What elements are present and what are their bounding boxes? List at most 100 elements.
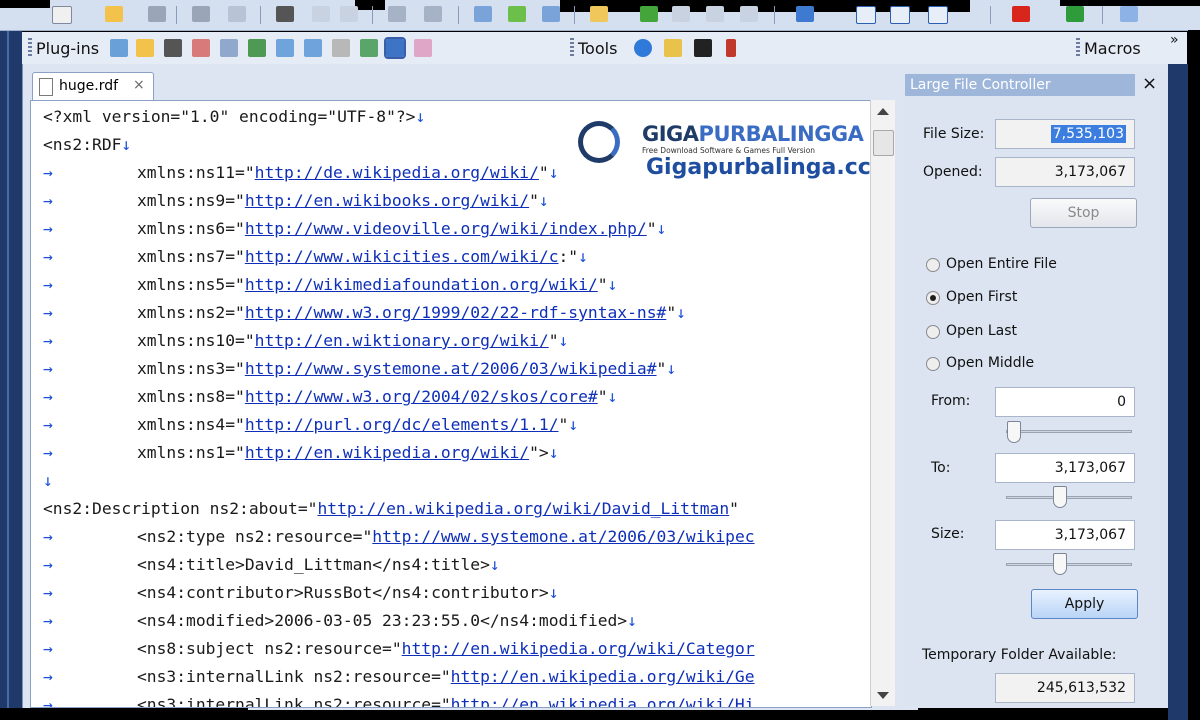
copy-icon[interactable] (312, 6, 330, 22)
plugin-counter-icon[interactable] (414, 39, 432, 57)
paste-icon[interactable] (340, 6, 358, 22)
plugin-people-icon[interactable] (110, 39, 128, 57)
browser-icon[interactable] (634, 39, 652, 57)
code-line[interactable]: → xmlns:ns7="http://www.wikicities.com/wi… (43, 243, 588, 271)
find-icon[interactable] (474, 6, 492, 22)
plugin-chat-icon[interactable] (304, 39, 322, 57)
check-chart-icon[interactable] (928, 6, 948, 24)
code-line[interactable]: → <ns3:internalLink ns2:resource="http://… (43, 663, 755, 691)
from-slider-track[interactable] (1006, 430, 1132, 433)
code-link[interactable]: http://en.wikibooks.org/wiki/ (245, 191, 529, 210)
word-wrap-icon[interactable] (640, 6, 658, 22)
find-next-icon[interactable] (508, 6, 526, 22)
toolbar-overflow-icon[interactable]: » (1170, 32, 1179, 48)
radio-open-entire-file[interactable] (926, 258, 940, 272)
plugin-grid-icon[interactable] (332, 39, 350, 57)
pin-icon[interactable] (726, 39, 736, 57)
file-size-field[interactable]: 7,535,103 (995, 119, 1135, 149)
macros-label[interactable]: Macros (1084, 39, 1141, 58)
from-field[interactable]: 0 (995, 387, 1135, 417)
code-line[interactable]: → xmlns:ns8="http://www.w3.org/2004/02/sk… (43, 383, 617, 411)
apply-button[interactable]: Apply (1031, 589, 1138, 619)
checkbox-icon[interactable] (856, 6, 876, 24)
code-line[interactable]: → xmlns:ns10="http://en.wiktionary.org/wi… (43, 327, 568, 355)
redo-icon[interactable] (424, 6, 442, 22)
command-prompt-icon[interactable] (694, 39, 712, 57)
plugin-folder-icon[interactable] (136, 39, 154, 57)
code-line[interactable]: → xmlns:ns11="http://de.wikipedia.org/wik… (43, 159, 559, 187)
cut-icon[interactable] (276, 6, 294, 22)
plugin-windows-icon[interactable] (276, 39, 294, 57)
code-line[interactable]: → xmlns:ns4="http://purl.org/dc/elements/… (43, 411, 578, 439)
code-line[interactable]: → <ns8:subject ns2:resource="http://en.wi… (43, 635, 755, 663)
radio-open-last[interactable] (926, 325, 940, 339)
to-slider-track[interactable] (1006, 496, 1132, 499)
stop-button[interactable]: Stop (1030, 198, 1137, 228)
code-line[interactable]: → <ns4:title>David_Littman</ns4:title>↓ (43, 551, 500, 579)
tab-huge-rdf[interactable]: huge.rdf × (32, 72, 154, 101)
to-slider-thumb[interactable] (1053, 486, 1067, 508)
code-line[interactable]: → xmlns:ns5="http://wikimediafoundation.o… (43, 271, 617, 299)
outline-icon[interactable] (672, 6, 690, 22)
code-link[interactable]: http://www.systemone.at/2006/03/wikipedi… (245, 359, 657, 378)
plugin-large-file-icon[interactable] (384, 37, 406, 59)
code-link[interactable]: http://en.wikipedia.org/wiki/Ge (451, 667, 755, 686)
plugin-binoculars-icon[interactable] (164, 39, 182, 57)
print-preview-icon[interactable] (228, 6, 246, 22)
option-open-entire-file[interactable]: Open Entire File (946, 256, 1057, 272)
option-open-middle[interactable]: Open Middle (946, 355, 1034, 371)
new-file-icon[interactable] (52, 6, 72, 24)
replace-icon[interactable] (542, 6, 560, 22)
size-slider-track[interactable] (1006, 563, 1132, 566)
search-icon[interactable] (1120, 6, 1138, 22)
plugin-list-icon[interactable] (220, 39, 238, 57)
code-line[interactable]: → xmlns:ns1="http://en.wikipedia.org/wiki… (43, 439, 559, 467)
check-pen-icon[interactable] (890, 6, 910, 24)
code-link[interactable]: http://wikimediafoundation.org/wiki/ (245, 275, 598, 294)
code-link[interactable]: http://de.wikipedia.org/wiki/ (255, 163, 539, 182)
radio-open-first[interactable] (926, 291, 940, 305)
panel-close-icon[interactable]: × (1142, 73, 1157, 94)
size-field[interactable]: 3,173,067 (995, 520, 1135, 550)
code-link[interactable]: http://www.videoville.org/wiki/index.php… (245, 219, 647, 238)
plugins-label[interactable]: Plug-ins (36, 39, 99, 58)
code-link[interactable]: http://www.w3.org/2004/02/skos/core# (245, 387, 598, 406)
plugin-calculator-icon[interactable] (248, 39, 266, 57)
text-editor[interactable]: <?xml version="1.0" encoding="UTF-8"?>↓ <… (30, 100, 872, 708)
code-line[interactable]: ↓ (43, 467, 53, 495)
code-link[interactable]: http://www.wikicities.com/wiki/c (245, 247, 559, 266)
open-folder-icon[interactable] (105, 6, 123, 22)
undo-icon[interactable] (388, 6, 406, 22)
code-line[interactable]: <?xml version="1.0" encoding="UTF-8"?>↓ (43, 103, 425, 131)
save-icon[interactable] (148, 6, 166, 22)
code-line[interactable]: → xmlns:ns2="http://www.w3.org/1999/02/22… (43, 299, 686, 327)
play-macro-icon[interactable] (1066, 6, 1084, 22)
code-line[interactable]: <ns2:Description ns2:about="http://en.wi… (43, 495, 739, 523)
ruler-icon[interactable] (706, 6, 724, 22)
code-line[interactable]: → <ns3:internalLink ns2:resource="http://… (43, 691, 755, 707)
tool-wizard-icon[interactable] (664, 39, 682, 57)
size-slider-thumb[interactable] (1053, 553, 1067, 575)
scroll-up-icon[interactable] (877, 108, 889, 115)
option-open-last[interactable]: Open Last (946, 323, 1017, 339)
plugin-calendar-icon[interactable] (192, 39, 210, 57)
code-link[interactable]: http://www.w3.org/1999/02/22-rdf-syntax-… (245, 303, 667, 322)
option-open-first[interactable]: Open First (946, 289, 1017, 305)
plugin-refresh-icon[interactable] (360, 39, 378, 57)
code-link[interactable]: http://www.systemone.at/2006/03/wikipec (372, 527, 754, 546)
find-in-files-icon[interactable] (590, 6, 608, 22)
record-macro-icon[interactable] (1012, 6, 1030, 22)
code-link[interactable]: http://purl.org/dc/elements/1.1/ (245, 415, 559, 434)
tab-close-icon[interactable]: × (133, 77, 145, 93)
code-line[interactable]: → xmlns:ns9="http://en.wikibooks.org/wiki… (43, 187, 549, 215)
code-link[interactable]: http://en.wikipedia.org/wiki/Categor (402, 639, 755, 658)
code-link[interactable]: http://en.wikipedia.org/wiki/Hi (451, 695, 755, 707)
from-slider-thumb[interactable] (1007, 421, 1021, 443)
code-link[interactable]: http://en.wikipedia.org/wiki/ (245, 443, 529, 462)
code-line[interactable]: → <ns4:contributor>RussBot</ns4:contribut… (43, 579, 559, 607)
column-icon[interactable] (740, 6, 758, 22)
scroll-down-icon[interactable] (877, 692, 889, 699)
code-link[interactable]: http://en.wikipedia.org/wiki/David_Littm… (317, 499, 729, 518)
print-icon[interactable] (192, 6, 210, 22)
tools-label[interactable]: Tools (578, 39, 617, 58)
